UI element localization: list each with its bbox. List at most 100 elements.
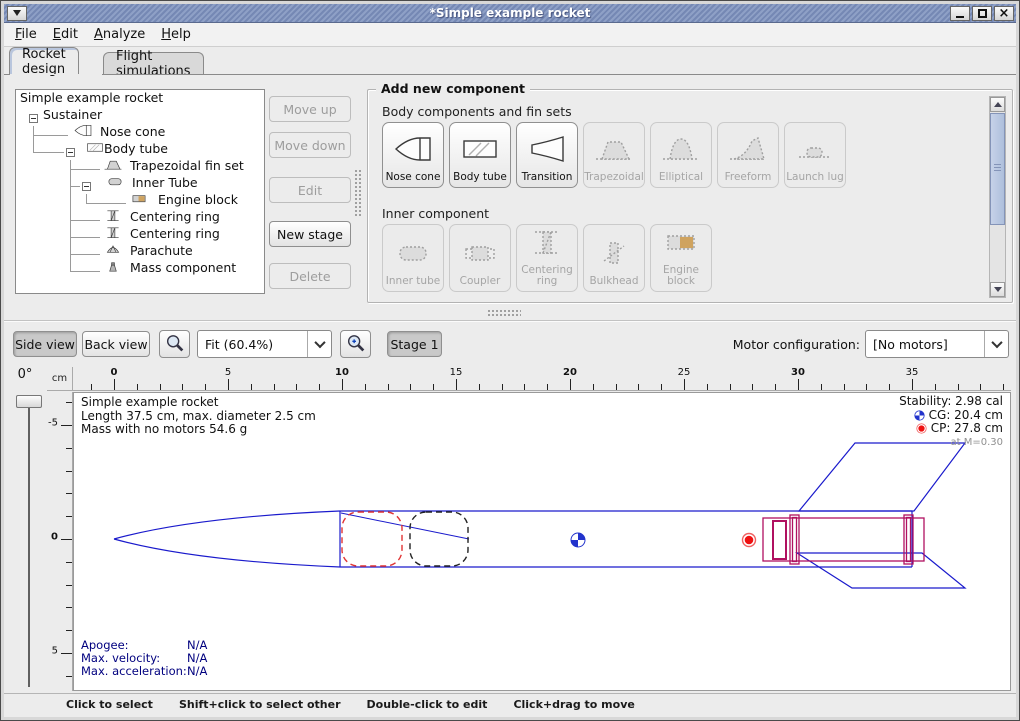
ruler-tick (66, 448, 72, 449)
scrollbar-thumb[interactable] (990, 113, 1005, 225)
fin-elliptical-icon (659, 133, 703, 172)
move-up-button[interactable]: Move up (269, 96, 351, 122)
horizontal-splitter-handle[interactable] (487, 309, 521, 318)
add-inner-tube-button[interactable]: Inner tube (382, 224, 444, 292)
ruler-tick (1003, 384, 1004, 390)
ruler-tick (205, 384, 206, 390)
menu-analyze[interactable]: Analyze (94, 27, 145, 42)
ruler-tick (935, 384, 936, 390)
component-button-label: Coupler (460, 276, 501, 287)
add-coupler-button[interactable]: Coupler (449, 224, 511, 292)
ruler-tick (616, 384, 617, 390)
ruler-tick (547, 384, 548, 390)
add-bulkhead-button[interactable]: Bulkhead (583, 224, 645, 292)
stability-value: Stability: 2.98 cal (899, 395, 1003, 409)
add-freeform-button[interactable]: Freeform (717, 122, 779, 188)
zoom-out-button[interactable] (159, 330, 190, 358)
rotation-slider-handle[interactable] (16, 395, 42, 408)
stage-1-toggle[interactable]: Stage 1 (387, 331, 442, 357)
ruler-tick (296, 384, 297, 390)
close-button[interactable]: × (994, 6, 1014, 21)
magnifier-icon (164, 333, 186, 355)
delete-button[interactable]: Delete (269, 263, 351, 289)
add-elliptical-button[interactable]: Elliptical (650, 122, 712, 188)
edit-button[interactable]: Edit (269, 177, 351, 203)
motor-mount-assembly (763, 515, 924, 564)
tree-expander-icon[interactable] (82, 182, 91, 191)
component-scrollbar[interactable] (989, 96, 1006, 298)
tab-flight-simulations[interactable]: Flight simulations (103, 52, 204, 75)
add-body-tube-button[interactable]: Body tube (449, 122, 511, 188)
add-component-title: Add new component (376, 81, 530, 96)
component-button-label: Transition (522, 172, 573, 183)
menu-file[interactable]: File (15, 27, 37, 42)
ruler-tick (66, 585, 72, 586)
zoom-in-button[interactable] (340, 330, 371, 358)
maximize-button[interactable] (972, 6, 992, 21)
chevron-down-icon (991, 337, 1002, 348)
add-centering-ring-button[interactable]: Centering ring (516, 224, 578, 292)
move-down-button[interactable]: Move down (269, 132, 351, 158)
scroll-up-icon[interactable] (990, 97, 1005, 112)
vertical-splitter-handle[interactable] (354, 169, 363, 217)
tree-item-label: Body tube (104, 141, 168, 156)
ruler-tick (61, 539, 72, 540)
tab-rocket-design[interactable]: Rocket design (9, 47, 79, 75)
ruler-tick (182, 384, 183, 390)
new-stage-button[interactable]: New stage (269, 221, 351, 247)
ruler-tick (66, 630, 72, 631)
tree-expander-icon[interactable] (29, 114, 38, 123)
tree-item-label: Sustainer (43, 107, 102, 122)
system-menu-icon[interactable] (7, 6, 27, 21)
minimize-button[interactable] (950, 6, 970, 21)
tree-connector (70, 254, 100, 255)
ruler-tick-label: 20 (563, 367, 577, 378)
ruler-tick-label: 0 (51, 531, 58, 542)
ruler-tick (752, 384, 753, 390)
ruler-tick-label: -5 (48, 417, 58, 428)
ruler-tick (821, 384, 822, 390)
component-button-label: Trapezoidal (584, 172, 644, 183)
ruler-tick (980, 384, 981, 390)
mass-component-icon (102, 259, 124, 277)
component-tree[interactable]: Simple example rocketSustainerNose coneB… (15, 89, 265, 294)
scroll-down-icon[interactable] (990, 282, 1005, 297)
transition-icon (525, 133, 569, 172)
ruler-tick (66, 402, 72, 403)
motor-configuration-value: [No motors] (866, 337, 984, 352)
ruler-tick (844, 384, 845, 390)
add-engine-block-button[interactable]: Engine block (650, 224, 712, 292)
back-view-button[interactable]: Back view (82, 331, 150, 357)
add-launch-lug-button[interactable]: Launch lug (784, 122, 846, 188)
menu-help[interactable]: Help (161, 27, 191, 42)
component-button-label: Centering ring (517, 265, 577, 287)
tree-connector (70, 186, 80, 187)
add-trapezoidal-button[interactable]: Trapezoidal (583, 122, 645, 188)
side-view-button[interactable]: Side view (13, 331, 77, 357)
add-nose-cone-button[interactable]: Nose cone (382, 122, 444, 188)
ruler-tick (66, 562, 72, 563)
tree-item-label: Engine block (158, 192, 238, 207)
status-hint: Click to select (66, 698, 153, 711)
menu-edit[interactable]: Edit (53, 27, 78, 42)
ruler-tick-label: 10 (335, 367, 349, 378)
add-transition-button[interactable]: Transition (516, 122, 578, 188)
tree-expander-icon[interactable] (66, 148, 75, 157)
centering-ring-icon (102, 208, 124, 226)
status-hint: Click+drag to move (513, 698, 634, 711)
fin-trapezoidal-icon (102, 157, 124, 175)
zoom-level-select[interactable]: Fit (60.4%) (197, 330, 332, 358)
component-button-label: Engine block (651, 265, 711, 287)
component-button-label: Launch lug (786, 172, 844, 183)
motor-configuration-select[interactable]: [No motors] (865, 330, 1009, 358)
flight-info-label: Max. acceleration: (81, 665, 187, 678)
section-label: Body components and fin sets (382, 104, 572, 119)
rocket-design-canvas[interactable]: Simple example rocket Length 37.5 cm, ma… (73, 392, 1011, 691)
fin-trapezoidal-icon (592, 133, 636, 172)
chevron-down-icon (314, 337, 325, 348)
ruler-tick-label: 5 (225, 367, 231, 378)
ruler-tick (66, 493, 72, 494)
body-tube-icon (84, 140, 106, 158)
ruler-tick (410, 384, 411, 390)
component-button-label: Elliptical (659, 172, 703, 183)
